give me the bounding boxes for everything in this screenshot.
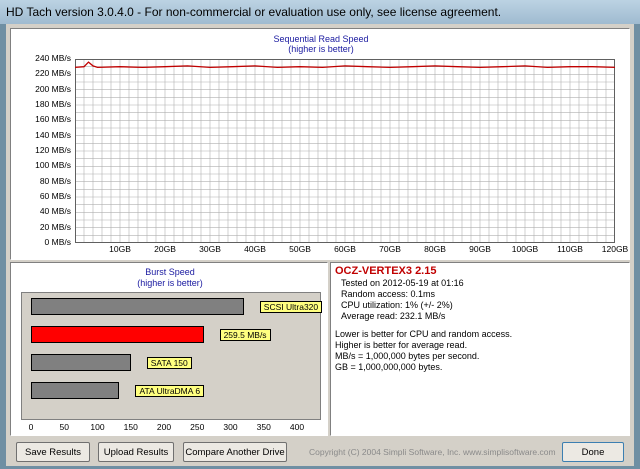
burst-bar	[31, 298, 244, 315]
seq-y-tick-label: 40 MB/s	[39, 206, 71, 217]
seq-y-tick-label: 240 MB/s	[35, 53, 71, 63]
note-higher-better: Higher is better for average read.	[335, 340, 468, 350]
seq-chart-plot	[75, 59, 615, 243]
seq-x-tick-label: 70GB	[379, 244, 401, 254]
main-window: Sequential Read Speed (higher is better)…	[6, 24, 634, 466]
seq-y-tick-label: 60 MB/s	[39, 191, 71, 201]
note-lower-better: Lower is better for CPU and random acces…	[335, 329, 513, 339]
seq-chart-panel: Sequential Read Speed (higher is better)…	[10, 28, 630, 260]
note-mbs-definition: MB/s = 1,000,000 bytes per second.	[335, 351, 480, 361]
average-read: Average read: 232.1 MB/s	[341, 311, 446, 321]
seq-x-tick-label: 30GB	[199, 244, 221, 254]
burst-bar	[31, 354, 131, 371]
seq-x-tick-label: 50GB	[289, 244, 311, 254]
title-bar: HD Tach version 3.0.4.0 - For non-commer…	[0, 0, 640, 24]
seq-x-tick-label: 90GB	[469, 244, 491, 254]
compare-drive-button[interactable]: Compare Another Drive	[183, 442, 287, 462]
burst-chart-panel: Burst Speed (higher is better) SCSI Ultr…	[10, 262, 328, 436]
upload-results-button[interactable]: Upload Results	[98, 442, 174, 462]
tested-on: Tested on 2012-05-19 at 01:16	[341, 278, 464, 288]
random-access: Random access: 0.1ms	[341, 289, 436, 299]
drive-name: OCZ-VERTEX3 2.15	[335, 265, 437, 277]
seq-x-tick-label: 120GB	[601, 244, 629, 254]
burst-x-tick-label: 400	[289, 422, 305, 432]
seq-chart-subtitle: (higher is better)	[288, 44, 354, 54]
seq-y-tick-label: 120 MB/s	[35, 145, 71, 155]
window-title: HD Tach version 3.0.4.0 - For non-commer…	[6, 5, 502, 19]
seq-y-tick-label: 80 MB/s	[39, 175, 71, 186]
seq-y-tick-label: 200 MB/s	[35, 83, 71, 94]
save-results-label: Save Results	[25, 447, 81, 458]
save-results-button[interactable]: Save Results	[16, 442, 90, 462]
burst-chart-title: Burst Speed	[145, 267, 195, 277]
copyright-text: Copyright (C) 2004 Simpli Software, Inc.…	[309, 447, 556, 457]
seq-y-tick-label: 100 MB/s	[35, 160, 71, 171]
note-gb-definition: GB = 1,000,000,000 bytes.	[335, 362, 443, 372]
burst-chart-subtitle: (higher is better)	[137, 278, 203, 288]
results-panel: OCZ-VERTEX3 2.15 Tested on 2012-05-19 at…	[330, 262, 630, 436]
seq-y-tick-label: 20 MB/s	[39, 221, 71, 232]
seq-chart-title: Sequential Read Speed	[273, 34, 369, 44]
seq-x-tick-label: 100GB	[511, 244, 539, 254]
seq-x-tick-label: 10GB	[109, 244, 131, 254]
burst-bar-label: 259.5 MB/s	[219, 329, 271, 341]
upload-results-label: Upload Results	[103, 447, 169, 458]
burst-bar-label: SATA 150	[146, 357, 192, 369]
done-button[interactable]: Done	[562, 442, 624, 462]
seq-y-tick-label: 220 MB/s	[35, 68, 71, 79]
burst-bar-label: ATA UltraDMA 6	[135, 385, 205, 397]
burst-bar-label: SCSI Ultra320	[259, 301, 323, 313]
cpu-utilization: CPU utilization: 1% (+/- 2%)	[341, 300, 453, 310]
compare-drive-label: Compare Another Drive	[185, 447, 285, 458]
burst-bar	[31, 326, 204, 343]
seq-y-tick-label: 180 MB/s	[35, 99, 71, 109]
seq-y-tick-label: 0 MB/s	[44, 237, 71, 247]
seq-x-tick-label: 110GB	[557, 244, 583, 254]
seq-y-tick-label: 140 MB/s	[35, 129, 71, 140]
burst-bar	[31, 382, 120, 399]
seq-x-tick-label: 80GB	[424, 244, 446, 254]
seq-x-tick-label: 60GB	[334, 244, 356, 254]
seq-x-tick-label: 40GB	[244, 244, 266, 254]
done-label: Done	[581, 447, 605, 458]
seq-y-tick-label: 160 MB/s	[35, 114, 71, 125]
seq-x-tick-label: 20GB	[154, 244, 176, 254]
